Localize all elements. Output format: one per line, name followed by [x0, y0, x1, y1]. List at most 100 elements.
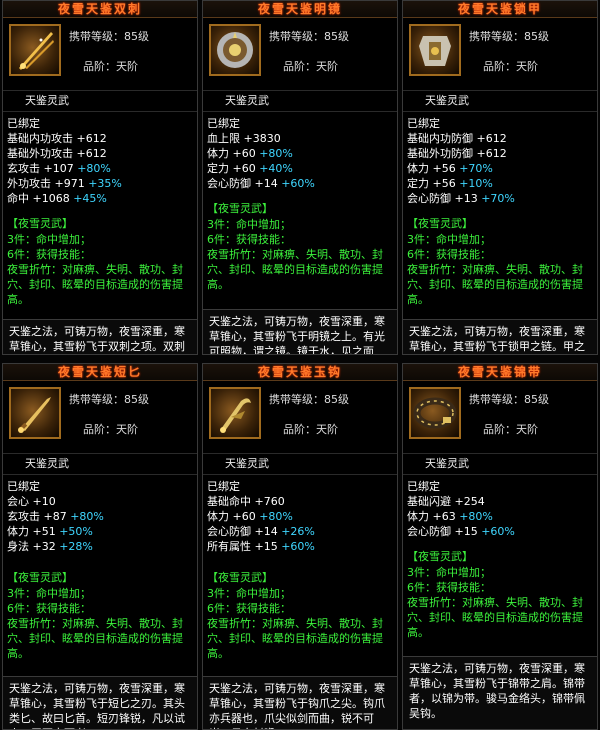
stat-name: 玄攻击: [7, 510, 40, 523]
set-3-piece: 3件：命中增加；: [7, 587, 91, 600]
stat-bonus: +35%: [88, 177, 122, 190]
stat-name: 会心防御: [407, 525, 451, 538]
carry-level: 携带等级：85级: [269, 393, 349, 406]
stat-list: 已绑定 基础闪避 +254 体力 +63 +80% 会心防御 +15 +60%: [403, 475, 597, 539]
set-6-piece: 6件：获得技能：: [7, 248, 91, 261]
stat-name: 血上限: [207, 132, 240, 145]
skill-description: 夜雪折竹：对麻痹、失明、散功、封穴、封印、眩晕的目标造成的伤害提高。: [407, 263, 583, 306]
stat-value: +15: [454, 525, 478, 538]
stat-bonus: +28%: [59, 540, 93, 553]
dagger-icon[interactable]: [9, 387, 61, 439]
stat-value: +1068: [32, 192, 70, 205]
item-card-chain-armor: 夜雪天鉴锁甲 携带等级：85级 品阶：天阶 天鉴灵武 已绑定 基础内功防御 +6…: [402, 0, 598, 355]
hook-claw-icon[interactable]: [209, 387, 261, 439]
carry-level: 携带等级：85级: [69, 393, 149, 406]
stat-row: 体力 +60 +80%: [207, 509, 393, 524]
item-grade: 品阶：天阶: [483, 60, 538, 73]
item-header: 携带等级：85级 品阶：天阶: [403, 381, 597, 454]
twin-daggers-icon[interactable]: [9, 24, 61, 76]
stat-value: +51: [32, 525, 56, 538]
stat-row: 会心 +10: [7, 494, 193, 509]
item-grade: 品阶：天阶: [283, 60, 338, 73]
carry-level: 携带等级：85级: [469, 393, 549, 406]
item-card-belt: 夜雪天鉴锦带 携带等级：85级 品阶：天阶 天鉴灵武 已绑定 基础闪避 +254…: [402, 363, 598, 730]
stat-value: +254: [454, 495, 485, 508]
stat-value: +56: [432, 177, 456, 190]
stat-list: 已绑定 基础命中 +760 体力 +60 +80% 会心防御 +14 +26% …: [203, 475, 397, 554]
stat-row: 体力 +63 +80%: [407, 509, 593, 524]
stat-value: +60: [232, 510, 256, 523]
stat-bonus: +70%: [481, 192, 515, 205]
stat-name: 所有属性: [207, 540, 251, 553]
stat-bonus: +26%: [281, 525, 315, 538]
chain-armor-icon[interactable]: [409, 24, 461, 76]
set-bonus: 【夜雪灵武】 3件：命中增加； 6件：获得技能： 夜雪折竹：对麻痹、失明、散功、…: [3, 216, 197, 307]
stat-value: +32: [32, 540, 56, 553]
set-title: 【夜雪灵武】: [7, 571, 73, 584]
stat-value: +107: [43, 162, 74, 175]
set-bonus: 【夜雪灵武】 3件：命中增加； 6件：获得技能： 夜雪折竹：对麻痹、失明、散功、…: [3, 570, 197, 661]
carry-level: 携带等级：85级: [469, 30, 549, 43]
stat-name: 身法: [7, 540, 29, 553]
stat-value: +63: [432, 510, 456, 523]
set-3-piece: 3件：命中增加；: [7, 233, 91, 246]
item-header: 携带等级：85级 品阶：天阶: [3, 381, 197, 454]
stat-row: 定力 +56 +10%: [407, 176, 593, 191]
item-card-dagger: 夜雪天鉴短匕 携带等级：85级 品阶：天阶 天鉴灵武 已绑定 会心 +10 玄攻…: [2, 363, 198, 730]
mirror-icon[interactable]: [209, 24, 261, 76]
stat-row: 基础内功攻击 +612: [7, 131, 193, 146]
stat-row: 体力 +56 +70%: [407, 161, 593, 176]
set-title: 【夜雪灵武】: [407, 217, 473, 230]
lore-text: 天鉴之法，可铸万物，夜雪深重，寒草锥心，其雪粉飞于双刺之项。双刺呈菱形，尖锋锐利…: [3, 319, 197, 354]
stat-row: 所有属性 +15 +60%: [207, 539, 393, 554]
item-header: 携带等级：85级 品阶：天阶: [403, 18, 597, 91]
item-title: 夜雪天鉴锁甲: [403, 1, 597, 18]
stat-row: 体力 +51 +50%: [7, 524, 193, 539]
item-category: 天鉴灵武: [3, 454, 197, 475]
stat-value: +760: [254, 495, 285, 508]
stat-row: 基础外功防御 +612: [407, 146, 593, 161]
stat-name: 基础内功防御: [407, 132, 473, 145]
item-grade: 品阶：天阶: [83, 60, 138, 73]
set-3-piece: 3件：命中增加；: [407, 233, 491, 246]
stat-value: +971: [54, 177, 85, 190]
set-title: 【夜雪灵武】: [407, 550, 473, 563]
bound-status: 已绑定: [207, 480, 240, 493]
item-category: 天鉴灵武: [403, 454, 597, 475]
set-6-piece: 6件：获得技能：: [207, 233, 291, 246]
stat-row: 血上限 +3830: [207, 131, 393, 146]
stat-row: 基础内功防御 +612: [407, 131, 593, 146]
stat-name: 会心防御: [207, 525, 251, 538]
item-category: 天鉴灵武: [203, 91, 397, 112]
stat-bonus: +45%: [73, 192, 107, 205]
stat-value: +612: [476, 147, 507, 160]
stat-row: 基础闪避 +254: [407, 494, 593, 509]
item-grade: 品阶：天阶: [283, 423, 338, 436]
carry-level: 携带等级：85级: [269, 30, 349, 43]
bound-status: 已绑定: [7, 117, 40, 130]
stat-value: +15: [254, 540, 278, 553]
bound-status: 已绑定: [207, 117, 240, 130]
set-title: 【夜雪灵武】: [207, 571, 273, 584]
item-header: 携带等级：85级 品阶：天阶: [3, 18, 197, 91]
stat-value: +612: [76, 147, 107, 160]
skill-description: 夜雪折竹：对麻痹、失明、散功、封穴、封印、眩晕的目标造成的伤害提高。: [207, 617, 383, 660]
stat-row: 基础外功攻击 +612: [7, 146, 193, 161]
stat-bonus: +50%: [59, 525, 93, 538]
item-title: 夜雪天鉴锦带: [403, 364, 597, 381]
belt-icon[interactable]: [409, 387, 461, 439]
item-category: 天鉴灵武: [403, 91, 597, 112]
stat-name: 命中: [7, 192, 29, 205]
stat-name: 外功攻击: [7, 177, 51, 190]
stat-name: 体力: [207, 510, 229, 523]
bound-status: 已绑定: [407, 117, 440, 130]
stat-bonus: +80%: [70, 510, 104, 523]
carry-level: 携带等级：85级: [69, 30, 149, 43]
set-6-piece: 6件：获得技能：: [207, 602, 291, 615]
item-card-twin-daggers: 夜雪天鉴双刺 携带等级：85级 品阶：天阶 天鉴灵武 已绑定 基础内功攻击 +6…: [2, 0, 198, 355]
stat-name: 基础外功防御: [407, 147, 473, 160]
stat-row: 会心防御 +13 +70%: [407, 191, 593, 206]
stat-list: 已绑定 会心 +10 玄攻击 +87 +80% 体力 +51 +50% 身法 +…: [3, 475, 197, 554]
stat-name: 会心: [7, 495, 29, 508]
set-6-piece: 6件：获得技能：: [407, 581, 491, 594]
